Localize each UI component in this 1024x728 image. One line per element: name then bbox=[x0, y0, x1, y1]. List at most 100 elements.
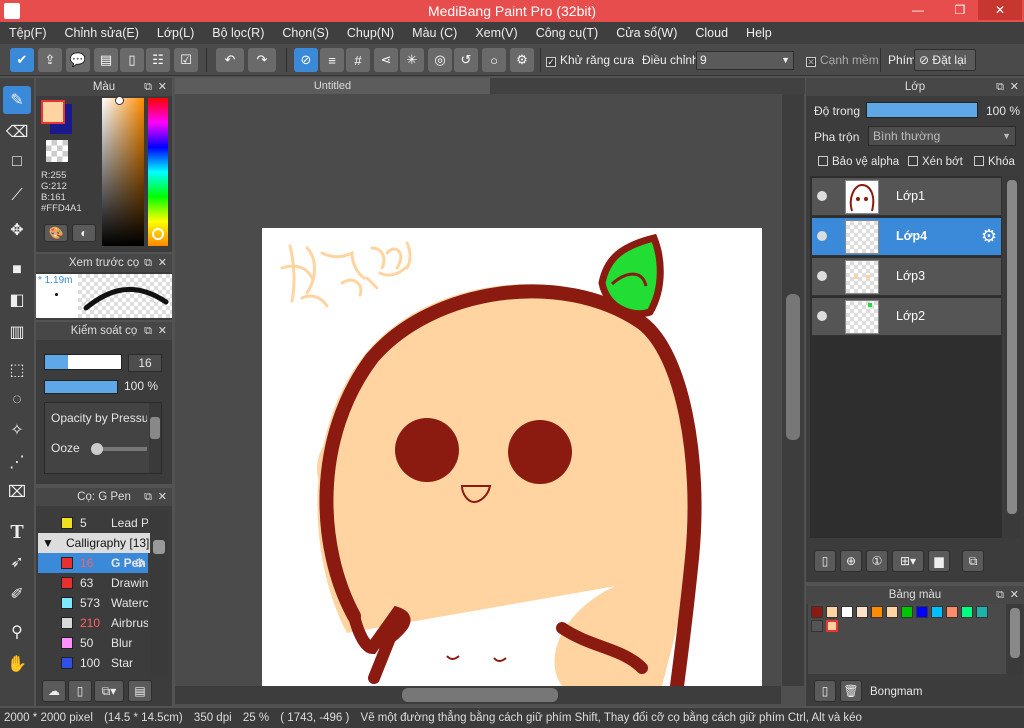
layer-row[interactable]: Lớp1 bbox=[812, 178, 1001, 216]
new-palette-icon[interactable]: ▯ bbox=[814, 680, 836, 702]
hue-slider[interactable] bbox=[148, 98, 168, 246]
redo-icon[interactable]: ↷ bbox=[248, 48, 276, 72]
grid-snap-icon[interactable]: # bbox=[346, 48, 370, 72]
hand-tool-icon[interactable]: ✋ bbox=[3, 650, 31, 678]
palette-swatch[interactable] bbox=[811, 606, 823, 618]
layer-row-selected[interactable]: Lớp4 ⚙ bbox=[812, 218, 1001, 256]
add-brush-icon[interactable]: ⧉▾ bbox=[94, 680, 124, 702]
dot-tool-icon[interactable]: □ bbox=[3, 148, 31, 176]
blend-mode-select[interactable]: Bình thường ▼ bbox=[868, 126, 1016, 146]
brush-group-calligraphy[interactable]: ▼ Calligraphy [13] bbox=[38, 533, 150, 553]
antialias-toggle[interactable]: ✓ Khử răng cưa bbox=[546, 53, 634, 67]
menu-cloud[interactable]: Cloud bbox=[686, 26, 737, 40]
undock-icon[interactable]: ⧉ bbox=[996, 78, 1004, 96]
parallel-snap-icon[interactable]: ≡ bbox=[320, 48, 344, 72]
comment-icon[interactable]: ▤ bbox=[94, 48, 118, 72]
undock-icon[interactable]: ⧉ bbox=[996, 586, 1004, 604]
close-window-button[interactable]: ✕ bbox=[978, 0, 1022, 20]
tab-untitled[interactable]: Untitled bbox=[175, 78, 490, 94]
brush-item[interactable]: 50 Blur bbox=[38, 633, 148, 653]
palette-swatch[interactable] bbox=[856, 606, 868, 618]
duplicate-layer-icon[interactable]: ⧉ bbox=[962, 550, 984, 572]
curve-snap-icon[interactable]: ↺ bbox=[454, 48, 478, 72]
brush-item[interactable]: 100 Star bbox=[38, 653, 148, 673]
magic-wand-tool-icon[interactable]: ✧ bbox=[3, 416, 31, 444]
palette-swatch[interactable] bbox=[826, 620, 838, 632]
primary-color-swatch[interactable] bbox=[41, 100, 65, 124]
transparent-color-swatch[interactable] bbox=[46, 140, 68, 162]
palette-swatch[interactable] bbox=[826, 606, 838, 618]
select-pen-tool-icon[interactable]: ⋰ bbox=[3, 448, 31, 476]
operation-tool-icon[interactable]: ➶ bbox=[3, 548, 31, 576]
lock-toggle[interactable]: Khóa bbox=[974, 156, 1015, 168]
correction-select[interactable]: 9 ▼ bbox=[696, 51, 794, 70]
line-tool-icon[interactable]: ⟋ bbox=[3, 182, 31, 210]
gear-icon[interactable]: ⚙ bbox=[981, 226, 997, 247]
page-icon[interactable]: ▯ bbox=[120, 48, 144, 72]
palette-swatch[interactable] bbox=[901, 606, 913, 618]
eye-icon[interactable] bbox=[817, 231, 827, 241]
menu-layer[interactable]: Lớp(L) bbox=[148, 26, 203, 40]
bucket-tool-icon[interactable]: ◧ bbox=[3, 286, 31, 314]
brush-item[interactable]: 573 Waterc bbox=[38, 593, 148, 613]
saturation-value-picker[interactable] bbox=[102, 96, 144, 246]
drawing-canvas[interactable] bbox=[262, 228, 762, 686]
palette-swatch[interactable] bbox=[961, 606, 973, 618]
perspective-snap-icon[interactable]: ⋖ bbox=[374, 48, 398, 72]
undock-icon[interactable]: ⧉ bbox=[144, 488, 152, 506]
new-brush-icon[interactable]: ▯ bbox=[68, 680, 92, 702]
ooze-slider[interactable] bbox=[91, 443, 147, 455]
eye-icon[interactable] bbox=[817, 271, 827, 281]
radial-snap-icon[interactable]: ✳ bbox=[400, 48, 424, 72]
palette-swatch[interactable] bbox=[931, 606, 943, 618]
palette-swatch[interactable] bbox=[916, 606, 928, 618]
close-icon[interactable]: ✕ bbox=[1010, 78, 1019, 96]
brush-item[interactable]: 210 Airbrus bbox=[38, 613, 148, 633]
speech-bubble-icon[interactable]: 💬 bbox=[66, 48, 90, 72]
menu-help[interactable]: Help bbox=[737, 26, 781, 40]
eraser-tool-icon[interactable]: ⌫ bbox=[3, 118, 31, 146]
maximize-button[interactable]: ❐ bbox=[946, 0, 974, 20]
menu-snap[interactable]: Chụp(N) bbox=[338, 26, 403, 40]
share-icon[interactable]: ⇪ bbox=[38, 48, 62, 72]
lock-checkbox[interactable] bbox=[974, 156, 984, 166]
palette-swatch[interactable] bbox=[886, 606, 898, 618]
menu-filter[interactable]: Bộ lọc(R) bbox=[203, 26, 273, 40]
gear-icon[interactable]: ⚙ bbox=[134, 553, 145, 573]
close-icon[interactable]: ✕ bbox=[158, 322, 167, 340]
menu-tools[interactable]: Công cụ(T) bbox=[527, 26, 608, 40]
close-icon[interactable]: ✕ bbox=[158, 488, 167, 506]
menu-edit[interactable]: Chỉnh sửa(E) bbox=[56, 26, 148, 40]
palette-icon[interactable]: 🎨 bbox=[44, 224, 68, 242]
layer-row[interactable]: Lớp2 bbox=[812, 298, 1001, 336]
minimize-button[interactable]: — bbox=[904, 0, 932, 20]
checkmark-icon[interactable]: ✔ bbox=[10, 48, 34, 72]
brush-tool-icon[interactable]: ✎ bbox=[3, 86, 31, 114]
menu-select[interactable]: Chọn(S) bbox=[273, 26, 338, 40]
menu-window[interactable]: Cửa sổ(W) bbox=[607, 26, 686, 40]
palette-swatch[interactable] bbox=[871, 606, 883, 618]
undock-icon[interactable]: ⧉ bbox=[144, 322, 152, 340]
horizontal-scrollbar[interactable] bbox=[175, 686, 781, 704]
soft-edge-toggle[interactable]: ✕ Cạnh mềm bbox=[806, 53, 879, 67]
menu-view[interactable]: Xem(V) bbox=[466, 26, 526, 40]
clipping-toggle[interactable]: Xén bớt bbox=[908, 156, 963, 168]
text-tool-icon[interactable]: T bbox=[3, 518, 31, 546]
select-rect-tool-icon[interactable]: ⬚ bbox=[3, 356, 31, 384]
select-eraser-tool-icon[interactable]: ⌧ bbox=[3, 478, 31, 506]
add-layer-menu-icon[interactable]: ⊞▾ bbox=[892, 550, 924, 572]
clipping-checkbox[interactable] bbox=[908, 156, 918, 166]
close-icon[interactable]: ✕ bbox=[1010, 586, 1019, 604]
eye-icon[interactable] bbox=[817, 311, 827, 321]
brush-size-slider[interactable] bbox=[44, 354, 122, 370]
page-list-icon[interactable]: ☷ bbox=[146, 48, 170, 72]
menu-color[interactable]: Màu (C) bbox=[403, 26, 466, 40]
folder-icon[interactable]: ▆ bbox=[928, 550, 950, 572]
brush-size-field[interactable]: 16 bbox=[128, 354, 162, 372]
brush-item[interactable]: 5 Lead P bbox=[38, 513, 148, 533]
reset-button[interactable]: ⊘ Đặt lại bbox=[914, 49, 976, 71]
layer-list-scrollbar[interactable] bbox=[1004, 176, 1020, 538]
layer-row[interactable]: Lớp3 bbox=[812, 258, 1001, 296]
undock-icon[interactable]: ⧉ bbox=[144, 78, 152, 96]
divide-tool-icon[interactable]: ✐ bbox=[3, 580, 31, 608]
